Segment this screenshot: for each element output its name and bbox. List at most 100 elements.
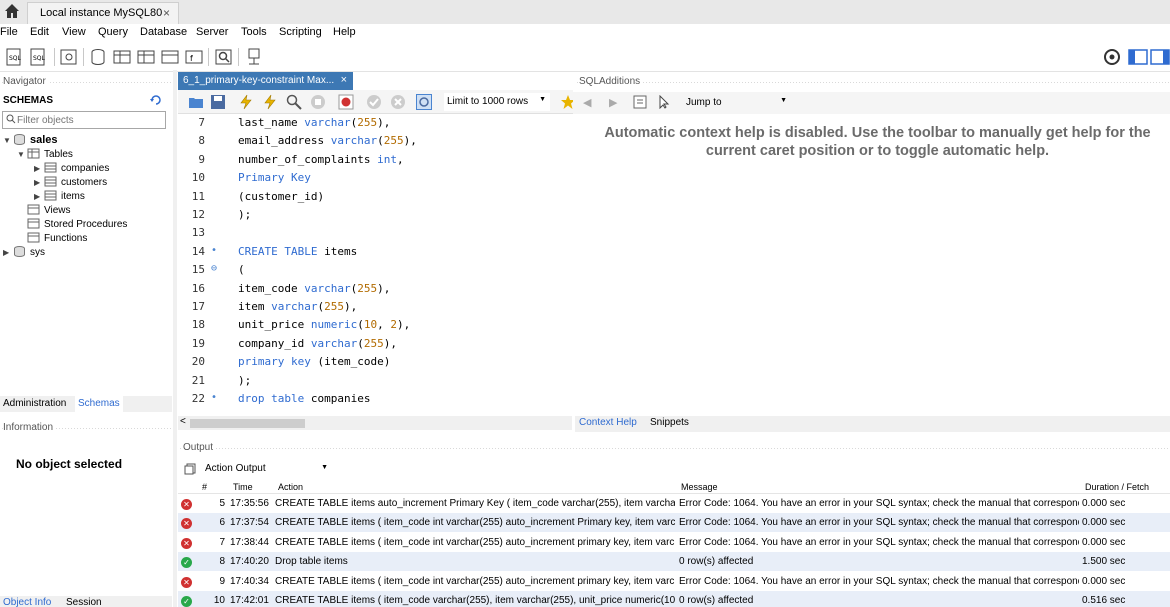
tree-schema-sales[interactable]: ▼ sales xyxy=(3,134,58,148)
create-view-icon[interactable] xyxy=(136,47,156,67)
tab-context-help[interactable]: Context Help xyxy=(579,417,637,428)
table-row[interactable]: ✓ 10 17:42:01 CREATE TABLE items ( item_cod… xyxy=(178,590,1170,607)
code-line[interactable]: 16 item_code varchar(255), xyxy=(178,281,572,299)
tree-table-items[interactable]: ▶ items xyxy=(34,190,85,204)
expand-arrow-icon[interactable]: ▶ xyxy=(34,192,44,201)
editor-horizontal-scrollbar[interactable]: < xyxy=(178,416,572,430)
commit-icon[interactable] xyxy=(366,94,382,110)
limit-rows-select[interactable]: Limit to 1000 rows ▼ xyxy=(444,93,550,111)
tab-snippets[interactable]: Snippets xyxy=(650,417,689,428)
gutter-marker-icon[interactable]: ⊖ xyxy=(211,263,217,274)
forward-arrow-icon[interactable]: ▶ xyxy=(609,96,617,109)
expand-arrow-icon[interactable]: ▶ xyxy=(34,164,44,173)
back-arrow-icon[interactable]: ◀ xyxy=(583,96,591,109)
open-inspector-icon[interactable] xyxy=(59,47,79,67)
execute-current-icon[interactable] xyxy=(262,94,278,110)
tab-session[interactable]: Session xyxy=(66,597,102,607)
menu-scripting[interactable]: Scripting xyxy=(279,26,322,38)
expand-arrow-icon[interactable]: ▶ xyxy=(3,248,13,257)
code-line[interactable]: 14 • CREATE TABLE items xyxy=(178,244,572,262)
copy-output-icon[interactable] xyxy=(184,463,196,475)
manual-help-icon[interactable] xyxy=(633,95,647,109)
gutter-marker-icon[interactable]: • xyxy=(211,392,217,403)
execute-lightning-icon[interactable] xyxy=(238,94,254,110)
filter-objects-field[interactable] xyxy=(2,111,166,129)
home-icon[interactable] xyxy=(4,3,20,19)
rollback-icon[interactable] xyxy=(390,94,406,110)
code-line[interactable]: 15 ⊖ ( xyxy=(178,262,572,280)
expand-arrow-icon[interactable]: ▶ xyxy=(34,178,44,187)
table-row[interactable]: ✕ 5 17:35:56 CREATE TABLE items auto_increm… xyxy=(178,494,1170,514)
code-line[interactable]: 22 • drop table companies xyxy=(178,391,572,409)
vertical-splitter[interactable] xyxy=(173,70,177,607)
reconnect-icon[interactable] xyxy=(244,47,264,67)
tree-schema-sys[interactable]: ▶ sys xyxy=(3,246,45,260)
create-schema-icon[interactable] xyxy=(88,47,108,67)
code-line[interactable]: 17 item varchar(255), xyxy=(178,299,572,317)
connection-tab[interactable]: Local instance MySQL80 × xyxy=(27,2,179,24)
mysql-logo-icon[interactable] xyxy=(1102,47,1122,67)
search-table-data-icon[interactable] xyxy=(214,47,234,67)
column-header-time[interactable]: Time xyxy=(233,482,253,492)
tab-schemas[interactable]: Schemas xyxy=(75,396,123,412)
menu-query[interactable]: Query xyxy=(98,26,128,38)
explain-icon[interactable] xyxy=(286,94,302,110)
table-row[interactable]: ✕ 9 17:40:34 CREATE TABLE items ( item_code… xyxy=(178,572,1170,591)
column-header-message[interactable]: Message xyxy=(681,482,718,492)
code-line[interactable]: 7 last_name varchar(255), xyxy=(178,115,572,133)
toggle-secondary-sidebar-icon[interactable] xyxy=(1150,47,1170,67)
menu-file[interactable]: File xyxy=(0,26,18,38)
gutter-marker-icon[interactable]: • xyxy=(211,245,217,256)
tree-folder-views[interactable]: Views xyxy=(27,204,71,218)
toggle-sidebar-icon[interactable] xyxy=(1128,47,1148,67)
table-row[interactable]: ✕ 6 17:37:54 CREATE TABLE items ( item_code… xyxy=(178,513,1170,533)
column-header-action[interactable]: Action xyxy=(278,482,303,492)
open-file-icon[interactable] xyxy=(188,94,204,110)
create-procedure-icon[interactable] xyxy=(160,47,180,67)
tree-table-customers[interactable]: ▶ customers xyxy=(34,176,107,190)
code-line[interactable]: 19 company_id varchar(255), xyxy=(178,336,572,354)
collapse-arrow-icon[interactable]: ▼ xyxy=(17,150,27,159)
create-table-icon[interactable] xyxy=(112,47,132,67)
menu-help[interactable]: Help xyxy=(333,26,356,38)
stop-icon[interactable] xyxy=(310,94,326,110)
toggle-autocommit-icon[interactable] xyxy=(416,94,432,110)
toggle-continue-on-error-icon[interactable] xyxy=(338,94,354,110)
filter-objects-input[interactable] xyxy=(17,113,162,127)
refresh-schemas-icon[interactable] xyxy=(150,94,162,106)
code-line[interactable]: 11 (customer_id) xyxy=(178,189,572,207)
table-row[interactable]: ✕ 7 17:38:44 CREATE TABLE items ( item_code… xyxy=(178,533,1170,553)
scroll-left-arrow-icon[interactable]: < xyxy=(180,416,186,427)
code-line[interactable]: 8 email_address varchar(255), xyxy=(178,133,572,151)
code-line[interactable]: 12); xyxy=(178,207,572,225)
output-type-select[interactable]: Action Output ▼ xyxy=(200,461,332,478)
tab-object-info[interactable]: Object Info xyxy=(3,597,51,607)
code-line[interactable]: 10 Primary Key xyxy=(178,170,572,188)
save-icon[interactable] xyxy=(210,94,226,110)
tree-folder-procedures[interactable]: Stored Procedures xyxy=(27,218,127,232)
menu-view[interactable]: View xyxy=(62,26,86,38)
menu-tools[interactable]: Tools xyxy=(241,26,267,38)
menu-database[interactable]: Database xyxy=(140,26,187,38)
jump-to-select[interactable]: Jump to ▼ xyxy=(681,94,791,112)
code-line[interactable]: 20 primary key (item_code) xyxy=(178,354,572,372)
collapse-arrow-icon[interactable]: ▼ xyxy=(3,136,13,145)
code-line[interactable]: 18 unit_price numeric(10, 2), xyxy=(178,317,572,335)
new-sql-tab-icon[interactable]: SQL xyxy=(4,47,24,67)
tab-administration[interactable]: Administration xyxy=(0,396,70,412)
tree-folder-tables[interactable]: ▼ Tables xyxy=(17,148,73,162)
editor-tab-active[interactable]: 6_1_primary-key-constraint Max... × xyxy=(178,72,353,90)
scrollbar-thumb[interactable] xyxy=(190,419,305,428)
column-header-num[interactable]: # xyxy=(202,482,207,492)
table-row[interactable]: ✓ 8 17:40:20 Drop table items 0 row(s) affec… xyxy=(178,552,1170,572)
code-line[interactable]: 21); xyxy=(178,373,572,391)
sql-editor[interactable]: 7 last_name varchar(255), 8 email_address v… xyxy=(178,115,572,416)
menu-server[interactable]: Server xyxy=(196,26,228,38)
column-header-duration[interactable]: Duration / Fetch xyxy=(1085,482,1149,492)
create-function-icon[interactable]: f xyxy=(184,47,204,67)
tree-folder-functions[interactable]: Functions xyxy=(27,232,87,246)
code-line[interactable]: 13 xyxy=(178,225,572,243)
auto-help-icon[interactable] xyxy=(657,95,671,109)
tree-table-companies[interactable]: ▶ companies xyxy=(34,162,109,176)
close-tab-icon[interactable]: × xyxy=(341,74,347,86)
